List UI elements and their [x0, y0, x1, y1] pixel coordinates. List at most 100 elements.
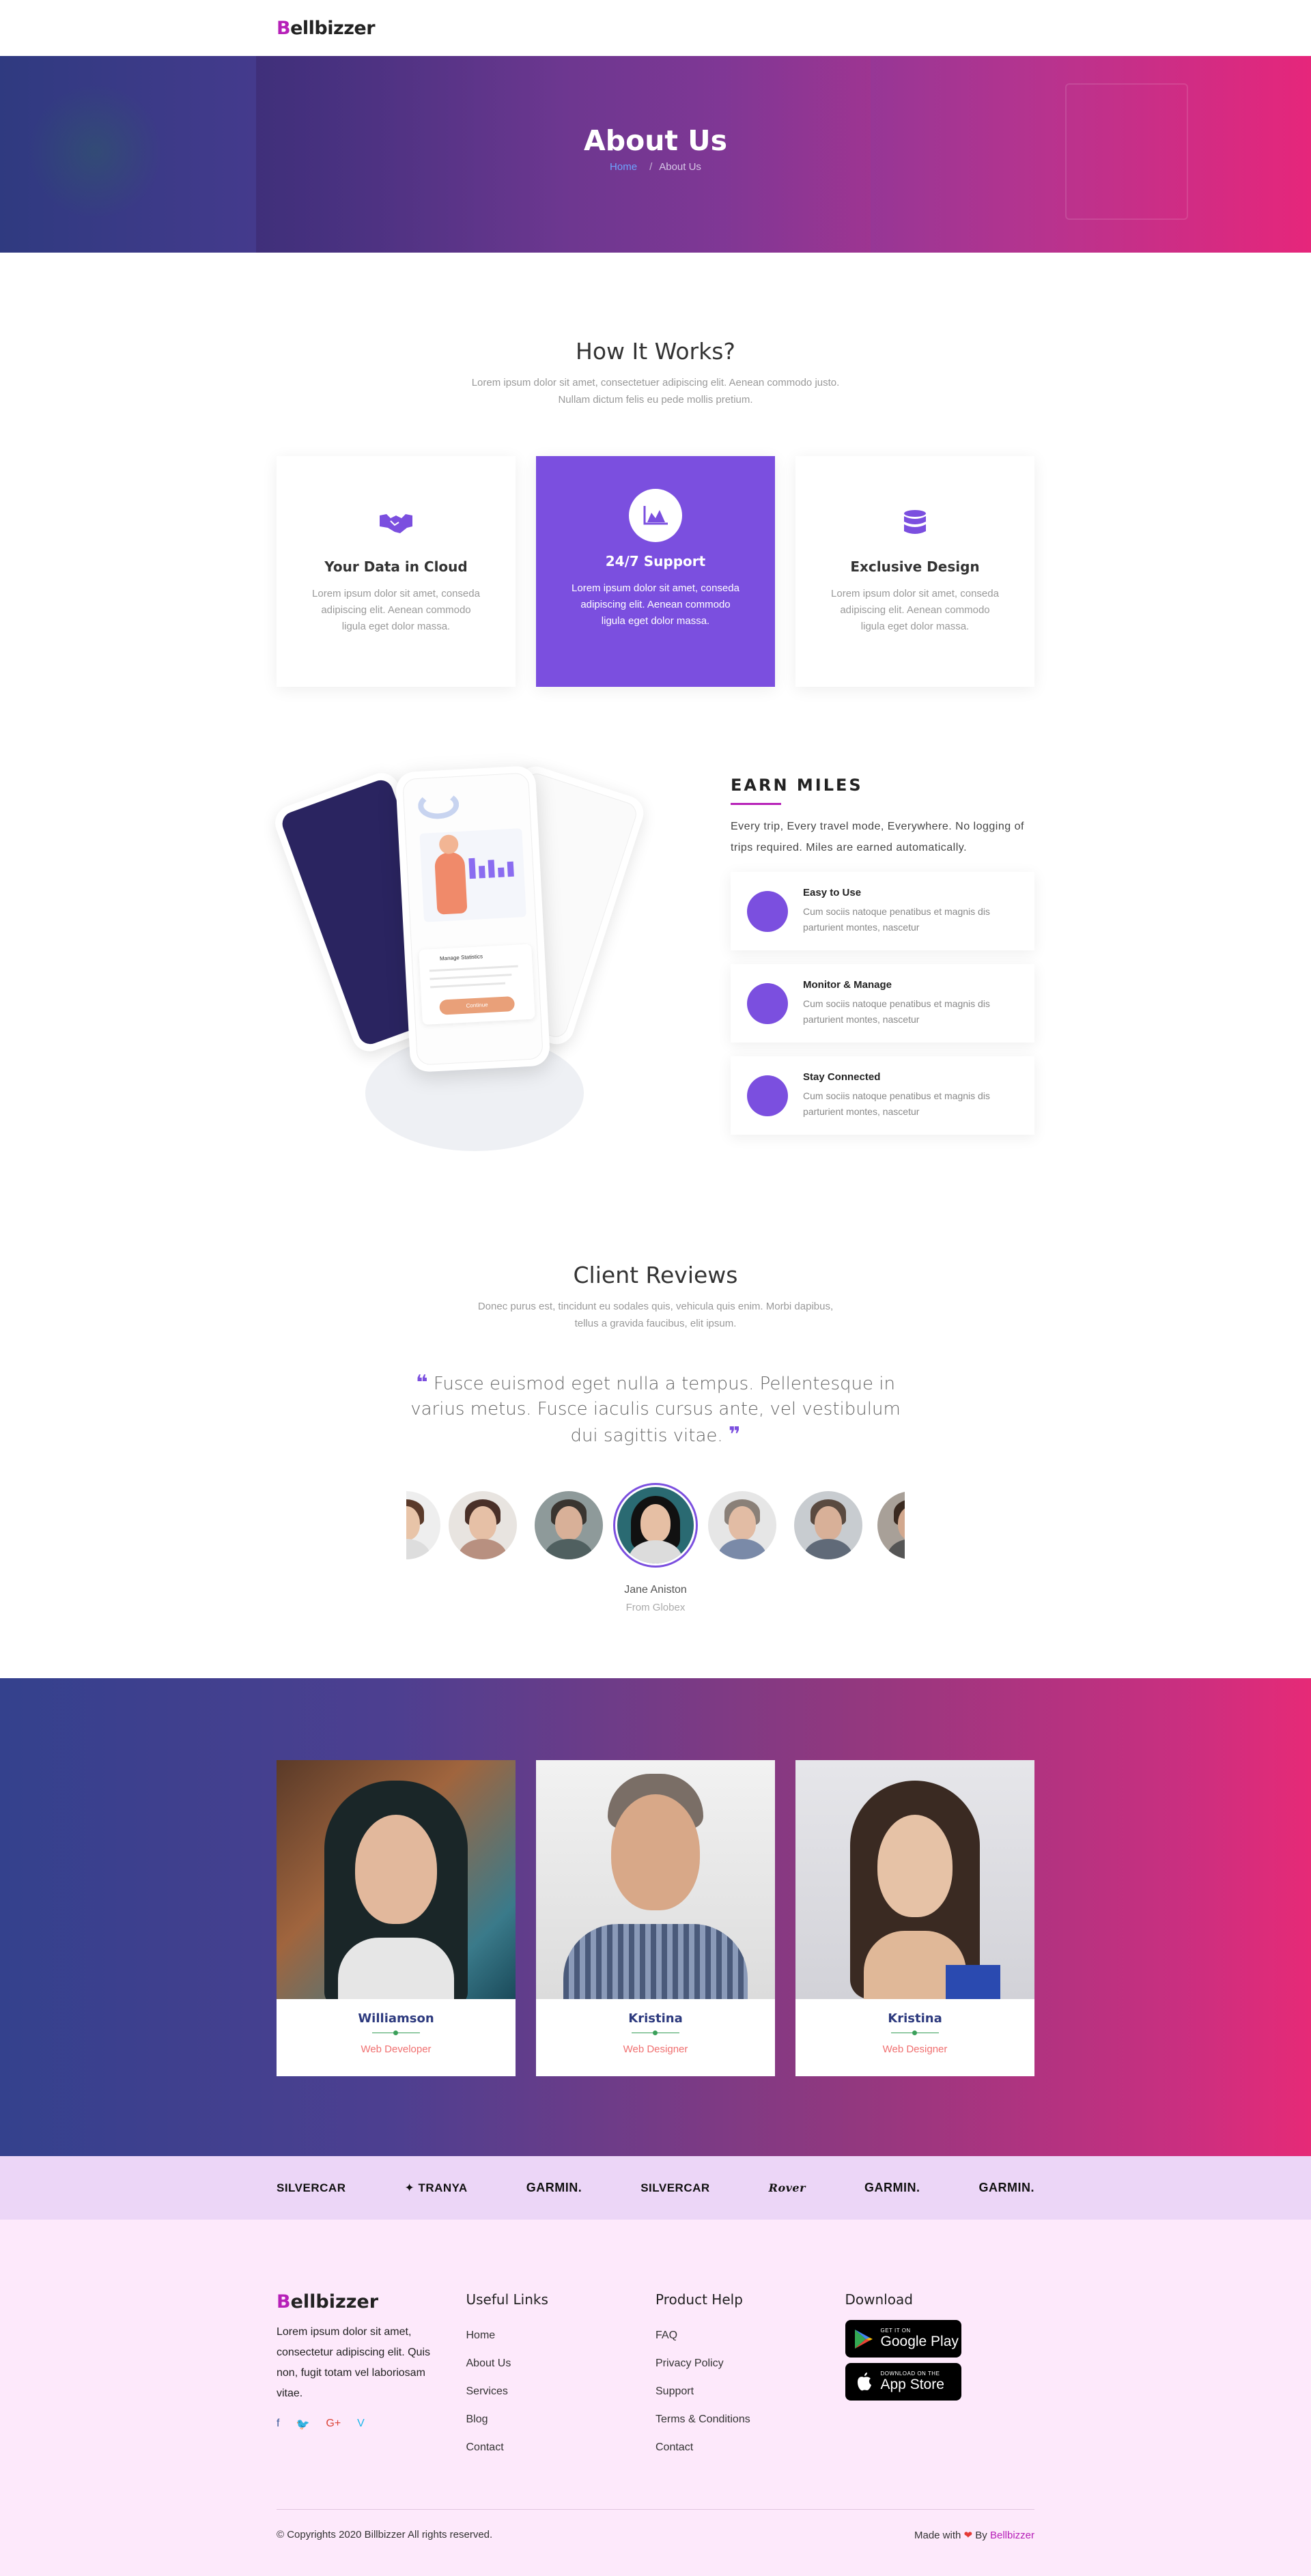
footer-link-faq[interactable]: FAQ [656, 2321, 845, 2349]
heart-icon: ❤ [963, 2530, 973, 2541]
phones-illustration: Manage Statistics Continue [270, 761, 649, 1158]
avatar[interactable] [794, 1491, 862, 1559]
breadcrumb: Home / About Us [610, 161, 701, 173]
team-photo [795, 1760, 1034, 1999]
feature-card-active[interactable]: 24/7 Support Lorem ipsum dolor sit amet,… [536, 456, 775, 687]
footer-link-about[interactable]: About Us [466, 2349, 656, 2377]
reviewer-name: Jane Aniston [624, 1584, 687, 1596]
member-name: Kristina [888, 2011, 942, 2026]
section-title: Client Reviews [573, 1262, 738, 1288]
team-card[interactable]: Kristina Web Designer [795, 1760, 1034, 2076]
feature-item: Monitor & Manage Cum sociis natoque penat… [731, 964, 1034, 1043]
feature-card[interactable]: Exclusive Design Lorem ipsum dolor sit a… [795, 456, 1034, 687]
earn-miles-section: Manage Statistics Continue EARN MILES Ev… [270, 761, 1034, 1158]
feature-dot-icon [747, 891, 788, 932]
navbar: Bellbizzer [0, 0, 1311, 56]
feature-item: Stay Connected Cum sociis natoque penatib… [731, 1056, 1034, 1135]
team-card[interactable]: Williamson Web Developer [277, 1760, 516, 2076]
footer: Bellbizzer Lorem ipsum dolor sit amet, c… [0, 2220, 1311, 2576]
social-links: f 🐦 G+ V [277, 2418, 466, 2431]
made-with-text: Made with ❤ By Bellbizzer [914, 2530, 1034, 2541]
name-divider [632, 2030, 679, 2035]
member-role: Web Designer [882, 2043, 948, 2055]
footer-link-privacy[interactable]: Privacy Policy [656, 2349, 845, 2377]
card-text: Lorem ipsum dolor sit amet, conseda adip… [572, 582, 739, 627]
footer-link-services[interactable]: Services [466, 2377, 656, 2405]
avatar[interactable] [535, 1491, 603, 1559]
footer-logo[interactable]: Bellbizzer [277, 2291, 466, 2312]
phone-center: Manage Statistics Continue [395, 765, 551, 1073]
brand-logo: GARMIN. [864, 2181, 920, 2194]
breadcrumb-current: About Us [659, 161, 701, 173]
breadcrumb-home-link[interactable]: Home [610, 161, 637, 173]
author-link[interactable]: Bellbizzer [990, 2530, 1034, 2541]
footer-link-support[interactable]: Support [656, 2377, 845, 2405]
team-card[interactable]: Kristina Web Designer [536, 1760, 775, 2076]
footer-about: Lorem ipsum dolor sit amet, consectetur … [277, 2326, 430, 2399]
earn-title: EARN MILES [731, 776, 863, 795]
reviewer-company: From Globex [625, 1602, 686, 1613]
open-quote-icon: ❝ [415, 1371, 428, 1395]
footer-heading: Useful Links [466, 2291, 548, 2308]
testimonial-quote: ❝ Fusce euismod eget nulla a tempus. Pel… [410, 1371, 901, 1447]
team-photo [277, 1760, 516, 1999]
footer-heading: Download [845, 2291, 913, 2308]
google-play-button[interactable]: GET IT ON Google Play [845, 2320, 961, 2358]
team-photo [536, 1760, 775, 1999]
handshake-icon [277, 504, 516, 542]
avatar[interactable] [449, 1491, 517, 1559]
logo[interactable]: Bellbizzer [277, 18, 376, 39]
earn-lead: Every trip, Every travel mode, Everywher… [731, 821, 1024, 853]
product-help-links: FAQ Privacy Policy Support Terms & Condi… [656, 2321, 845, 2461]
page-title: About Us [583, 124, 727, 157]
avatar[interactable] [406, 1491, 440, 1559]
card-text: Lorem ipsum dolor sit amet, conseda adip… [312, 588, 480, 632]
footer-link-contact[interactable]: Contact [656, 2433, 845, 2461]
card-title: Your Data in Cloud [324, 558, 468, 575]
feature-dot-icon [747, 983, 788, 1024]
footer-bottom: © Copyrights 2020 Billbizzer All rights … [277, 2509, 1034, 2541]
how-it-works-section: How It Works? Lorem ipsum dolor sit amet… [270, 253, 1034, 1613]
apple-icon [857, 2372, 871, 2390]
team-section: Williamson Web Developer Kristina Web De… [0, 1678, 1311, 2156]
member-name: Kristina [628, 2011, 683, 2026]
close-quote-icon: ❞ [728, 1423, 741, 1447]
section-title: How It Works? [576, 338, 735, 365]
card-text: Lorem ipsum dolor sit amet, conseda adip… [831, 588, 999, 632]
member-role: Web Developer [361, 2043, 432, 2055]
avatar-carousel [406, 1483, 905, 1568]
footer-link-terms[interactable]: Terms & Conditions [656, 2405, 845, 2433]
feature-item: Easy to Use Cum sociis natoque penatibus … [731, 872, 1034, 950]
feature-title: Monitor & Manage [803, 979, 892, 991]
google-plus-icon[interactable]: G+ [326, 2418, 341, 2431]
avatar-active[interactable] [613, 1483, 698, 1568]
feature-dot-icon [747, 1075, 788, 1116]
avatar[interactable] [877, 1491, 905, 1559]
section-subtitle: Donec purus est, tincidunt eu sodales qu… [477, 1301, 834, 1329]
feature-text: Cum sociis natoque penatibus et magnis d… [803, 906, 990, 933]
name-divider [891, 2030, 939, 2035]
facebook-icon[interactable]: f [277, 2418, 279, 2431]
feature-card[interactable]: Your Data in Cloud Lorem ipsum dolor sit… [277, 456, 516, 687]
brand-logo: GARMIN. [526, 2181, 582, 2194]
title-underline [731, 803, 781, 805]
twitter-icon[interactable]: 🐦 [296, 2418, 309, 2431]
brand-logo: SILVERCAR [640, 2181, 710, 2194]
brand-logo: SILVERCAR [277, 2181, 346, 2194]
app-store-button[interactable]: DOWNLOAD ON THE App Store [845, 2363, 961, 2401]
card-title: Exclusive Design [850, 558, 980, 575]
copyright-text: © Copyrights 2020 Billbizzer All rights … [277, 2529, 493, 2540]
footer-heading: Product Help [656, 2291, 743, 2308]
google-play-icon [854, 2329, 873, 2349]
avatar[interactable] [708, 1491, 776, 1559]
feature-text: Cum sociis natoque penatibus et magnis d… [803, 1090, 990, 1117]
member-role: Web Designer [623, 2043, 688, 2055]
database-icon [795, 504, 1034, 542]
card-title: 24/7 Support [605, 553, 706, 569]
area-chart-icon [629, 489, 682, 542]
footer-link-home[interactable]: Home [466, 2321, 656, 2349]
footer-link-contact[interactable]: Contact [466, 2433, 656, 2461]
footer-link-blog[interactable]: Blog [466, 2405, 656, 2433]
vimeo-icon[interactable]: V [357, 2418, 365, 2431]
member-name: Williamson [358, 2011, 434, 2026]
